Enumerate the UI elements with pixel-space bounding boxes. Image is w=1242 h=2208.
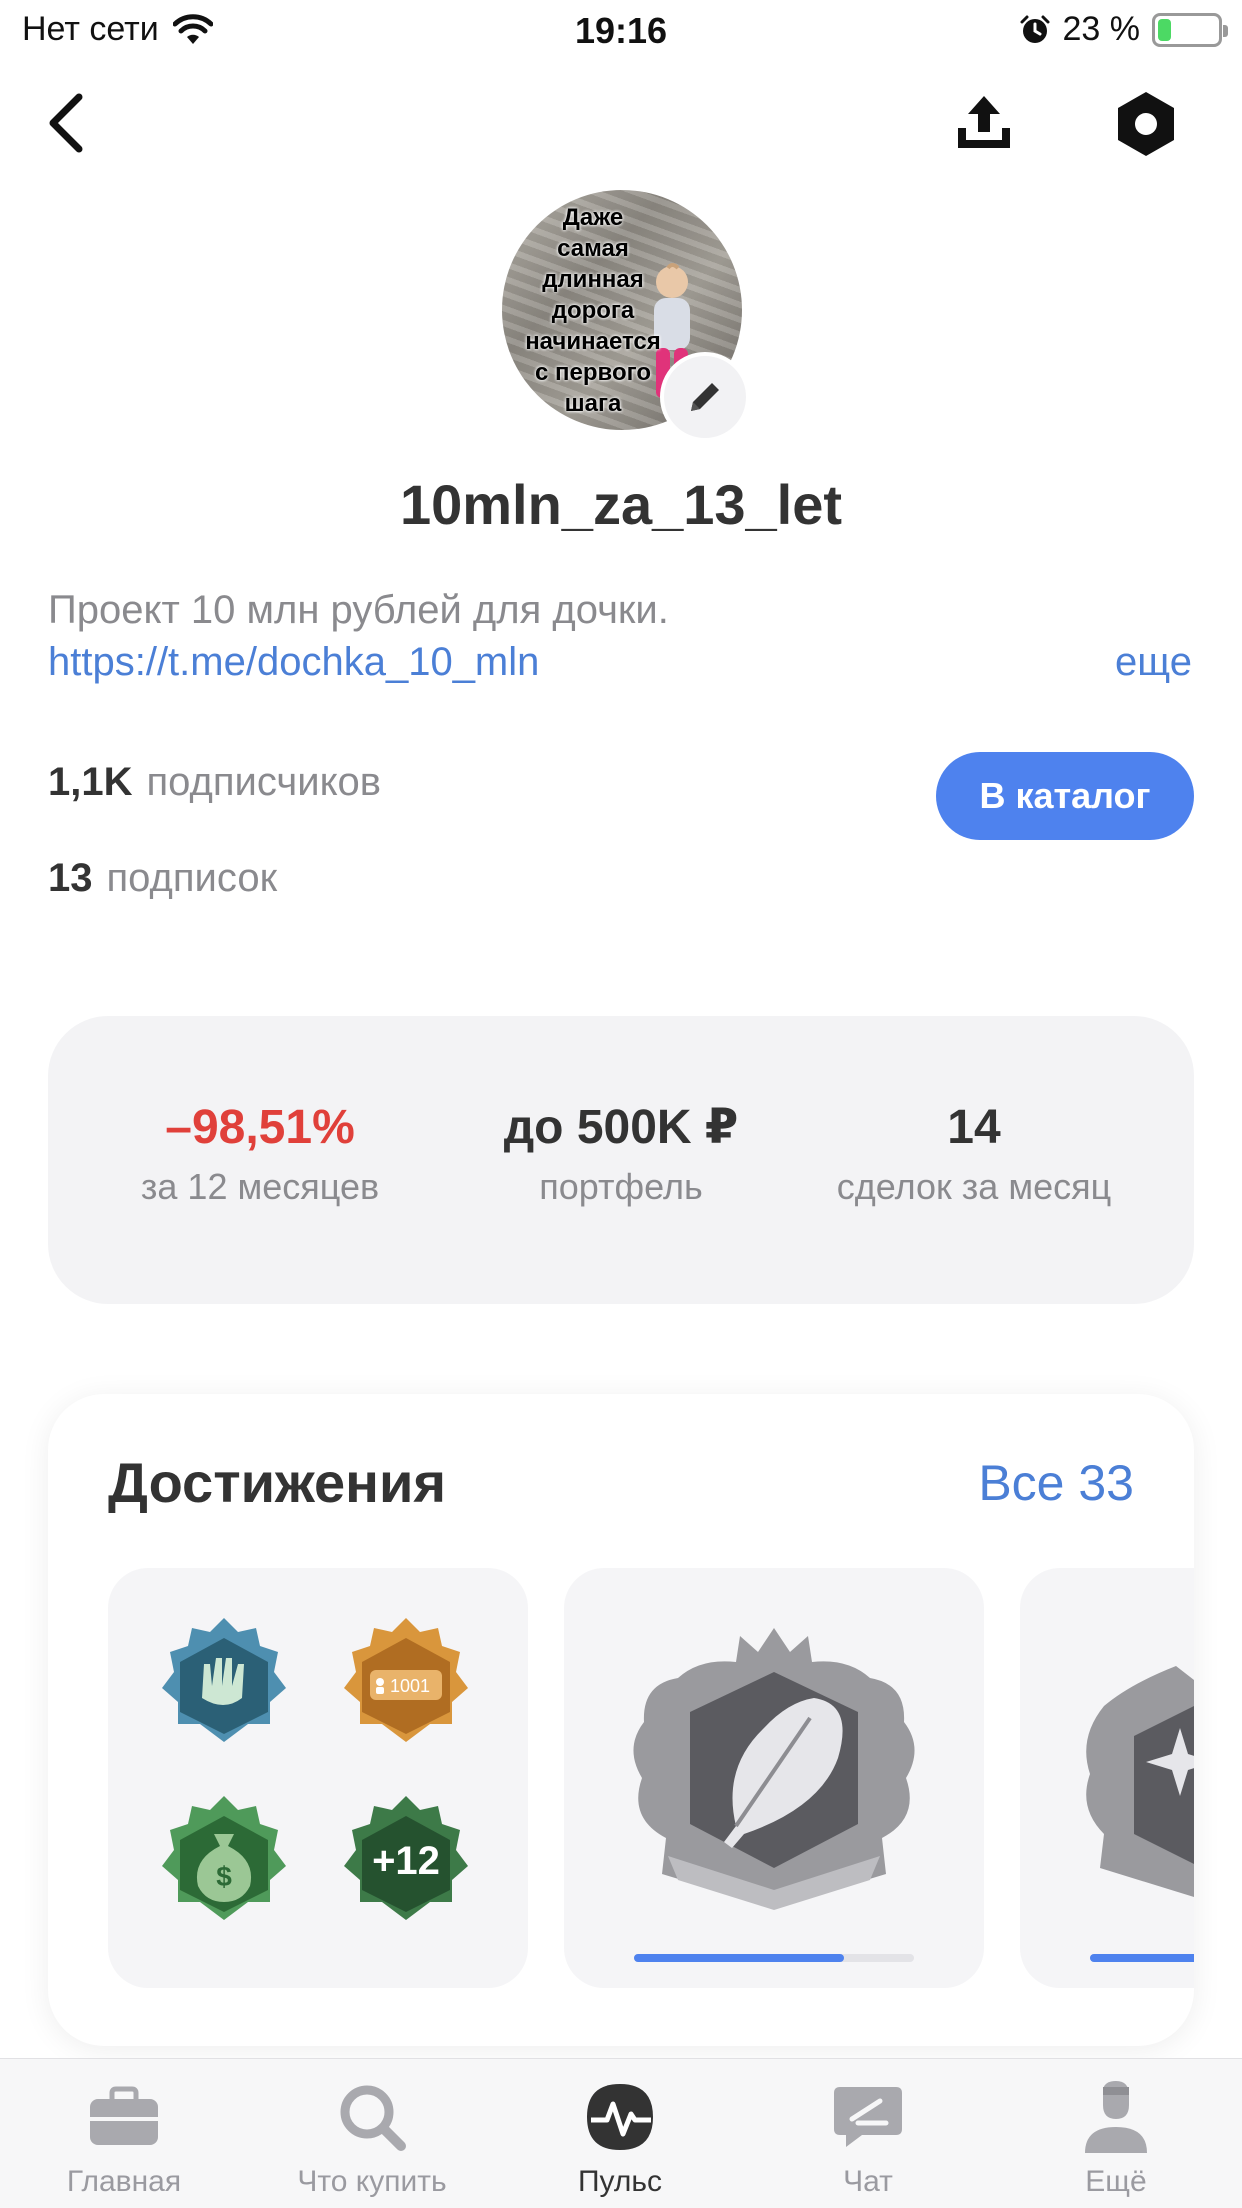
battery-level — [1158, 18, 1171, 41]
badge-number: 1001 — [390, 1676, 430, 1696]
profile-bio: Проект 10 млн рублей для дочки. — [48, 588, 669, 632]
avatar-caption-line: начинается — [525, 328, 661, 355]
avatar-caption-line: длинная — [542, 266, 644, 293]
nav-item-chat[interactable]: Чат — [744, 2077, 992, 2199]
money-bag-badge-icon: $ — [162, 1796, 286, 1920]
more-badges-count: +12 — [372, 1839, 440, 1883]
profile-username: 10mln_za_13_let — [399, 473, 843, 536]
nav-label: Ещё — [1085, 2165, 1147, 2198]
stat-return-label: за 12 месяцев — [140, 1166, 380, 1207]
profile-link[interactable]: https://t.me/dochka_10_mln — [48, 640, 539, 685]
achievements-card: Достижения Все 33 1001 $ +12 — [48, 1394, 1194, 2046]
avatar-caption-line: шага — [564, 390, 622, 417]
settings-button[interactable] — [1108, 86, 1184, 162]
achievement-progress-fill — [634, 1954, 844, 1962]
nav-label: Что купить — [297, 2165, 447, 2198]
stats-card: –98,51% за 12 месяцев до 500K ₽ портфель… — [48, 1016, 1194, 1304]
following-count: 13 — [48, 856, 93, 900]
nav-item-what-to-buy[interactable]: Что купить — [248, 2077, 496, 2199]
chat-icon — [828, 2077, 908, 2157]
nav-item-pulse[interactable]: Пульс — [496, 2077, 744, 2199]
avatar-caption-line: дорога — [551, 297, 635, 324]
sparkle-badge-icon — [1086, 1666, 1194, 1898]
followers-stat[interactable]: 1,1K подписчиков — [48, 760, 381, 805]
hands-badge-icon — [162, 1618, 286, 1742]
stat-return-value: –98,51% — [165, 1101, 355, 1154]
alarm-icon — [1020, 15, 1049, 43]
search-icon — [332, 2077, 412, 2157]
stat-deals-value: 14 — [947, 1101, 1001, 1154]
nav-item-more[interactable]: Ещё — [992, 2077, 1240, 2199]
feather-badge-icon — [633, 1628, 915, 1910]
followers-count: 1,1K — [48, 760, 133, 804]
edit-avatar-button[interactable] — [660, 352, 750, 442]
achievements-title: Достижения — [108, 1451, 447, 1514]
stat-return: –98,51% за 12 месяцев — [80, 1100, 440, 1208]
nav-label: Главная — [66, 2165, 182, 2198]
achievements-all-link[interactable]: Все 33 — [978, 1454, 1134, 1512]
achievement-progress-fill — [1090, 1954, 1194, 1962]
more-badge-icon: +12 — [344, 1796, 468, 1920]
achievement-progress-bar — [1090, 1954, 1194, 1962]
nav-label: Чат — [843, 2165, 893, 2198]
stat-deals: 14 сделок за месяц — [794, 1100, 1154, 1208]
bottom-navigation: Главная Что купить Пульс Чат Ещё — [0, 2058, 1242, 2208]
chevron-left-icon — [49, 93, 83, 153]
catalog-button[interactable]: В каталог — [936, 752, 1194, 840]
profile-icon — [1076, 2077, 1156, 2157]
stat-portfolio: до 500K ₽ портфель — [441, 1100, 801, 1208]
share-upload-icon — [958, 96, 1010, 148]
stat-portfolio-value: до 500K ₽ — [503, 1101, 739, 1154]
briefcase-icon — [84, 2077, 164, 2157]
followers-label: подписчиков — [146, 760, 382, 804]
following-stat[interactable]: 13 подписок — [48, 856, 277, 901]
achievement-tile-feather[interactable] — [564, 1568, 984, 1988]
share-button[interactable] — [946, 86, 1022, 162]
following-label: подписок — [106, 856, 278, 900]
battery-percent: 23 % — [1062, 10, 1141, 48]
nav-item-home[interactable]: Главная — [0, 2077, 248, 2199]
avatar-caption: Даже самая длинная дорога начинается с первог… — [508, 202, 678, 419]
status-bar: Нет сети 19:16 23 % — [0, 0, 1242, 62]
status-right: 23 % — [1019, 10, 1228, 49]
bio-more-link[interactable]: еще — [1115, 640, 1192, 685]
achievement-progress-bar — [634, 1954, 914, 1962]
pencil-icon — [691, 383, 719, 411]
svg-text:$: $ — [216, 1861, 232, 1892]
achievement-tile-sparkle[interactable] — [1020, 1568, 1194, 1988]
avatar-caption-line: самая — [557, 235, 629, 262]
battery-icon — [1152, 12, 1228, 47]
settings-hexagon-icon — [1118, 92, 1174, 156]
nav-label: Пульс — [577, 2165, 663, 2198]
achievement-group-tile[interactable]: 1001 $ +12 — [108, 1568, 528, 1988]
pulse-icon — [580, 2077, 660, 2157]
avatar-caption-line: с первого — [535, 359, 651, 386]
stat-portfolio-label: портфель — [539, 1166, 703, 1207]
stat-deals-label: сделок за месяц — [836, 1166, 1112, 1207]
subscribers-badge-icon: 1001 — [344, 1618, 468, 1742]
back-button[interactable] — [30, 88, 100, 158]
avatar-caption-line: Даже — [562, 204, 624, 231]
